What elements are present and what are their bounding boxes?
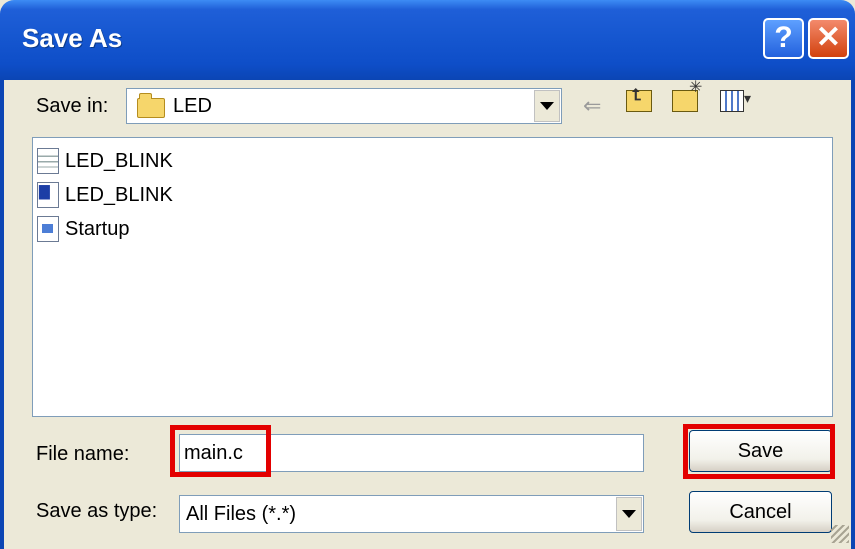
help-button[interactable]: ? bbox=[763, 18, 804, 59]
file-name: LED_BLINK bbox=[65, 149, 173, 172]
save-in-dropdown[interactable]: LED bbox=[126, 88, 562, 124]
close-button[interactable]: ✕ bbox=[808, 18, 849, 59]
save-in-label: Save in: bbox=[36, 95, 109, 117]
save-as-type-dropdown-arrow[interactable] bbox=[616, 497, 642, 531]
save-as-type-dropdown[interactable]: All Files (*.*) bbox=[179, 495, 644, 533]
file-name: LED_BLINK bbox=[65, 183, 173, 206]
views-menu-icon[interactable]: ▾ bbox=[720, 90, 751, 118]
save-in-dropdown-arrow[interactable] bbox=[534, 90, 560, 122]
save-as-type-label: Save as type: bbox=[36, 500, 158, 522]
asm-source-icon bbox=[37, 216, 59, 242]
resize-grip[interactable] bbox=[831, 525, 849, 543]
title-bar[interactable]: Save As ? ✕ bbox=[0, 0, 855, 80]
window-title: Save As bbox=[22, 23, 123, 53]
list-item[interactable]: LED_BLINK bbox=[37, 180, 173, 210]
highlight-box bbox=[170, 425, 271, 477]
new-folder-icon[interactable]: ✳ bbox=[672, 79, 702, 112]
list-item[interactable]: LED_BLINK bbox=[37, 146, 173, 176]
cancel-button[interactable]: Cancel bbox=[689, 491, 832, 533]
save-as-type-value: All Files (*.*) bbox=[186, 503, 297, 525]
back-arrow-icon[interactable]: ⇐ bbox=[583, 93, 601, 119]
text-document-icon bbox=[37, 148, 59, 174]
chevron-down-icon bbox=[540, 102, 554, 110]
file-list[interactable]: LED_BLINK LED_BLINK Startup bbox=[32, 137, 833, 417]
folder-icon bbox=[137, 93, 165, 118]
file-name: Startup bbox=[65, 217, 130, 240]
list-item[interactable]: Startup bbox=[37, 214, 129, 244]
file-name-label: File name: bbox=[36, 443, 130, 465]
chevron-down-icon bbox=[622, 510, 636, 518]
up-folder-icon[interactable]: ⮤ bbox=[626, 87, 652, 112]
highlight-box bbox=[683, 424, 835, 479]
save-in-value: LED bbox=[173, 95, 212, 117]
uvision-project-icon bbox=[37, 182, 59, 208]
